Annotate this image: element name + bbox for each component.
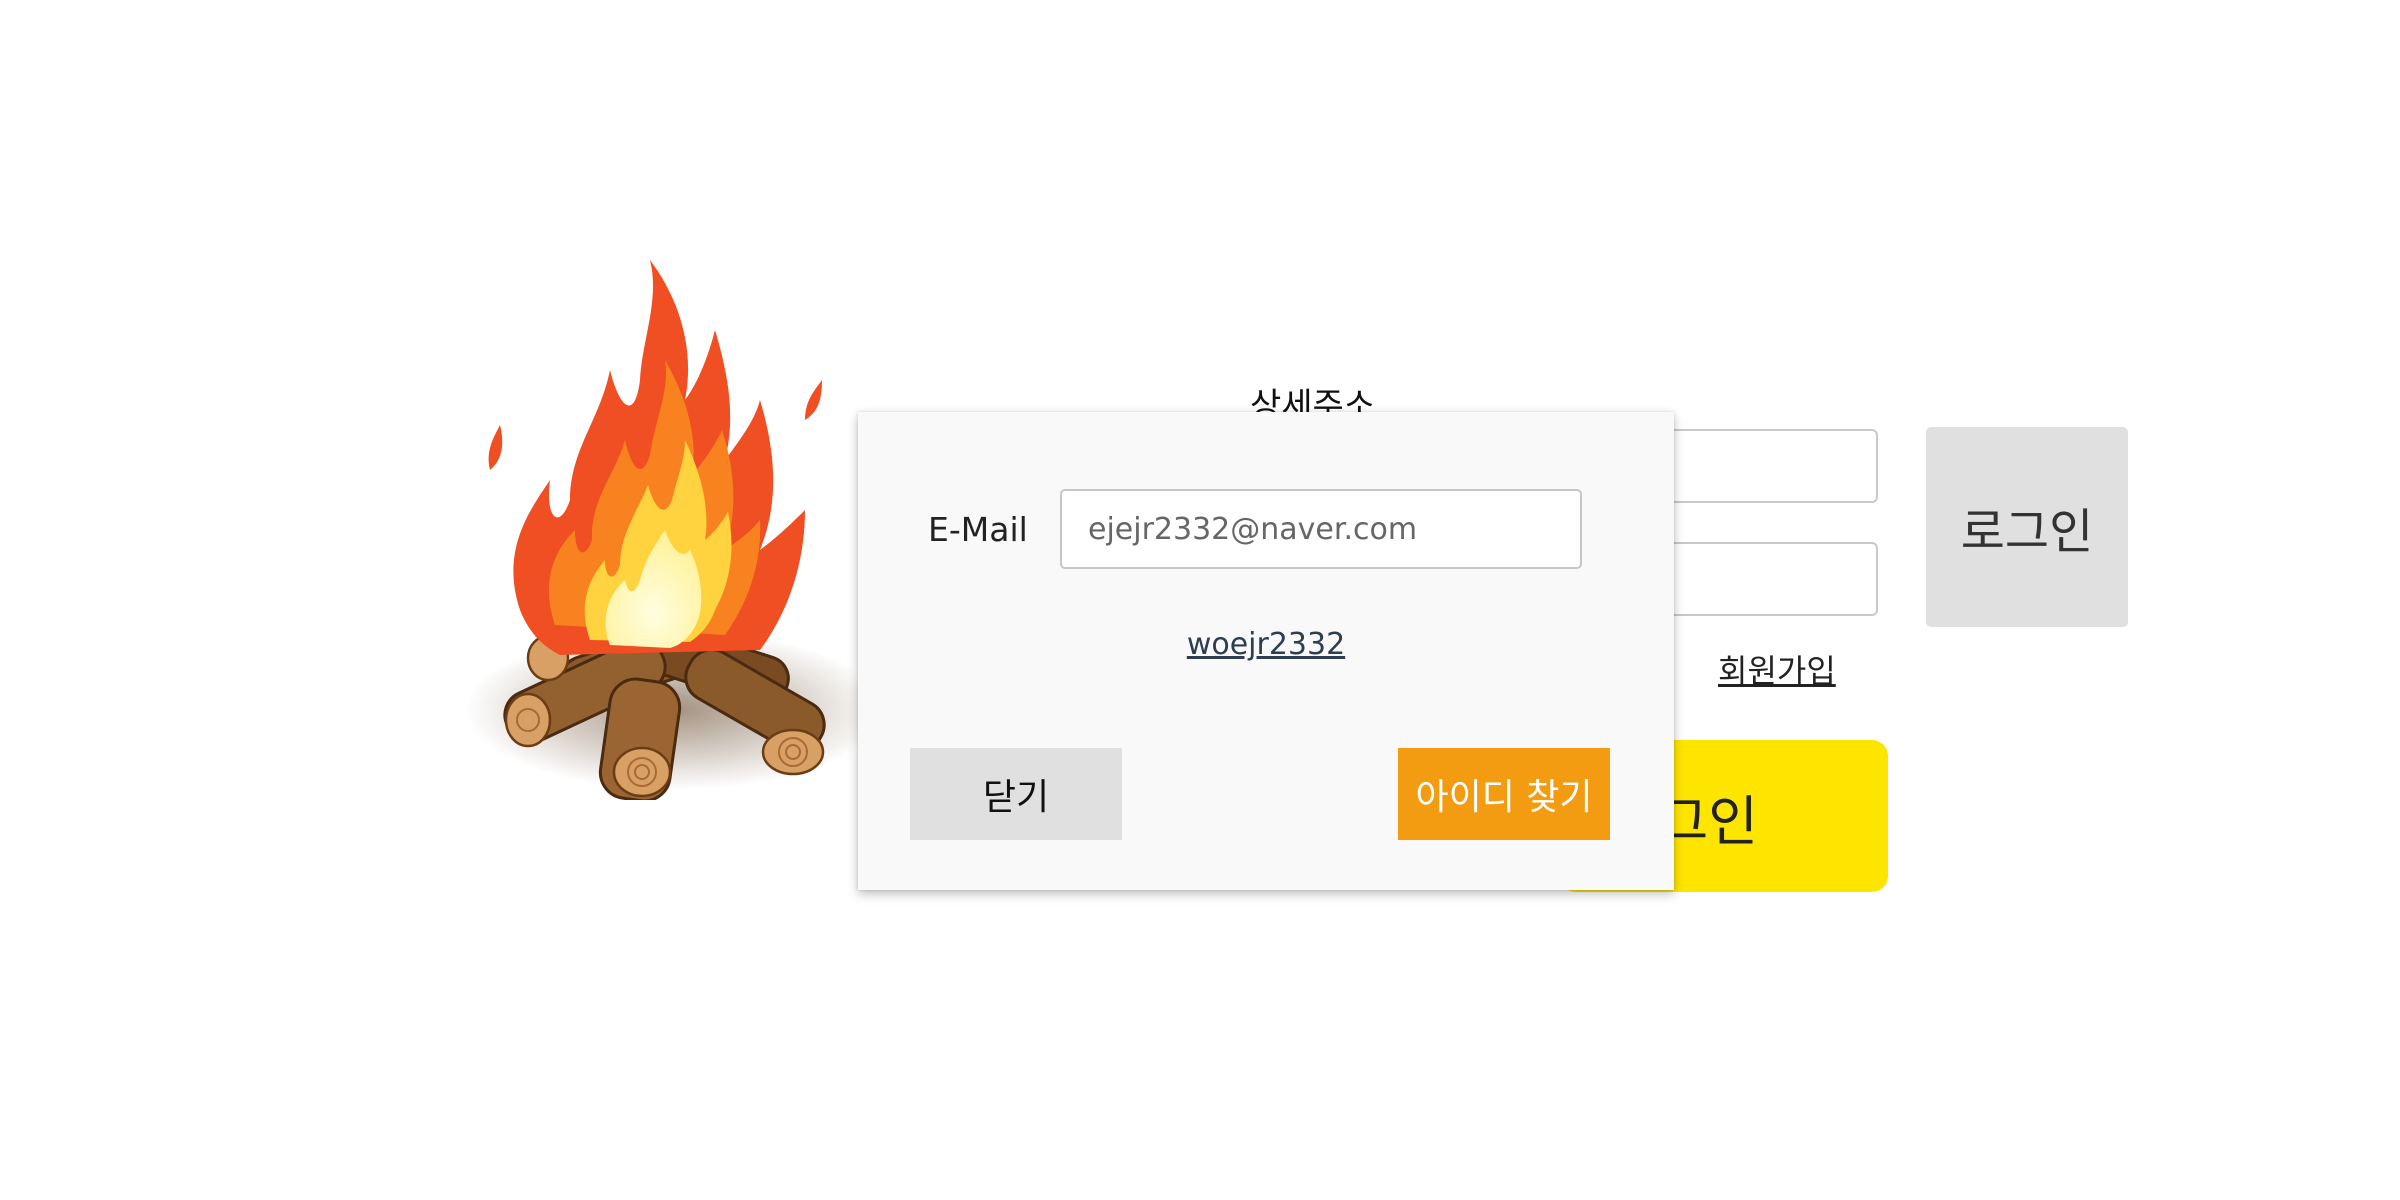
login-button[interactable]: 로그인 [1926,427,2128,627]
find-id-modal: E-Mail woejr2332 닫기 아이디 찾기 [858,412,1674,890]
campfire-icon [465,260,880,800]
email-field[interactable] [1060,489,1582,569]
email-label: E-Mail [928,510,1028,549]
signup-link[interactable]: 회원가입 [1718,646,1836,692]
find-id-button[interactable]: 아이디 찾기 [1398,748,1610,840]
login-page: 상세주소 로그인 회원가입 그인 E-Mail woejr2332 닫기 아이디… [0,0,2400,1200]
close-button[interactable]: 닫기 [910,748,1122,840]
found-id-link[interactable]: woejr2332 [858,627,1674,662]
